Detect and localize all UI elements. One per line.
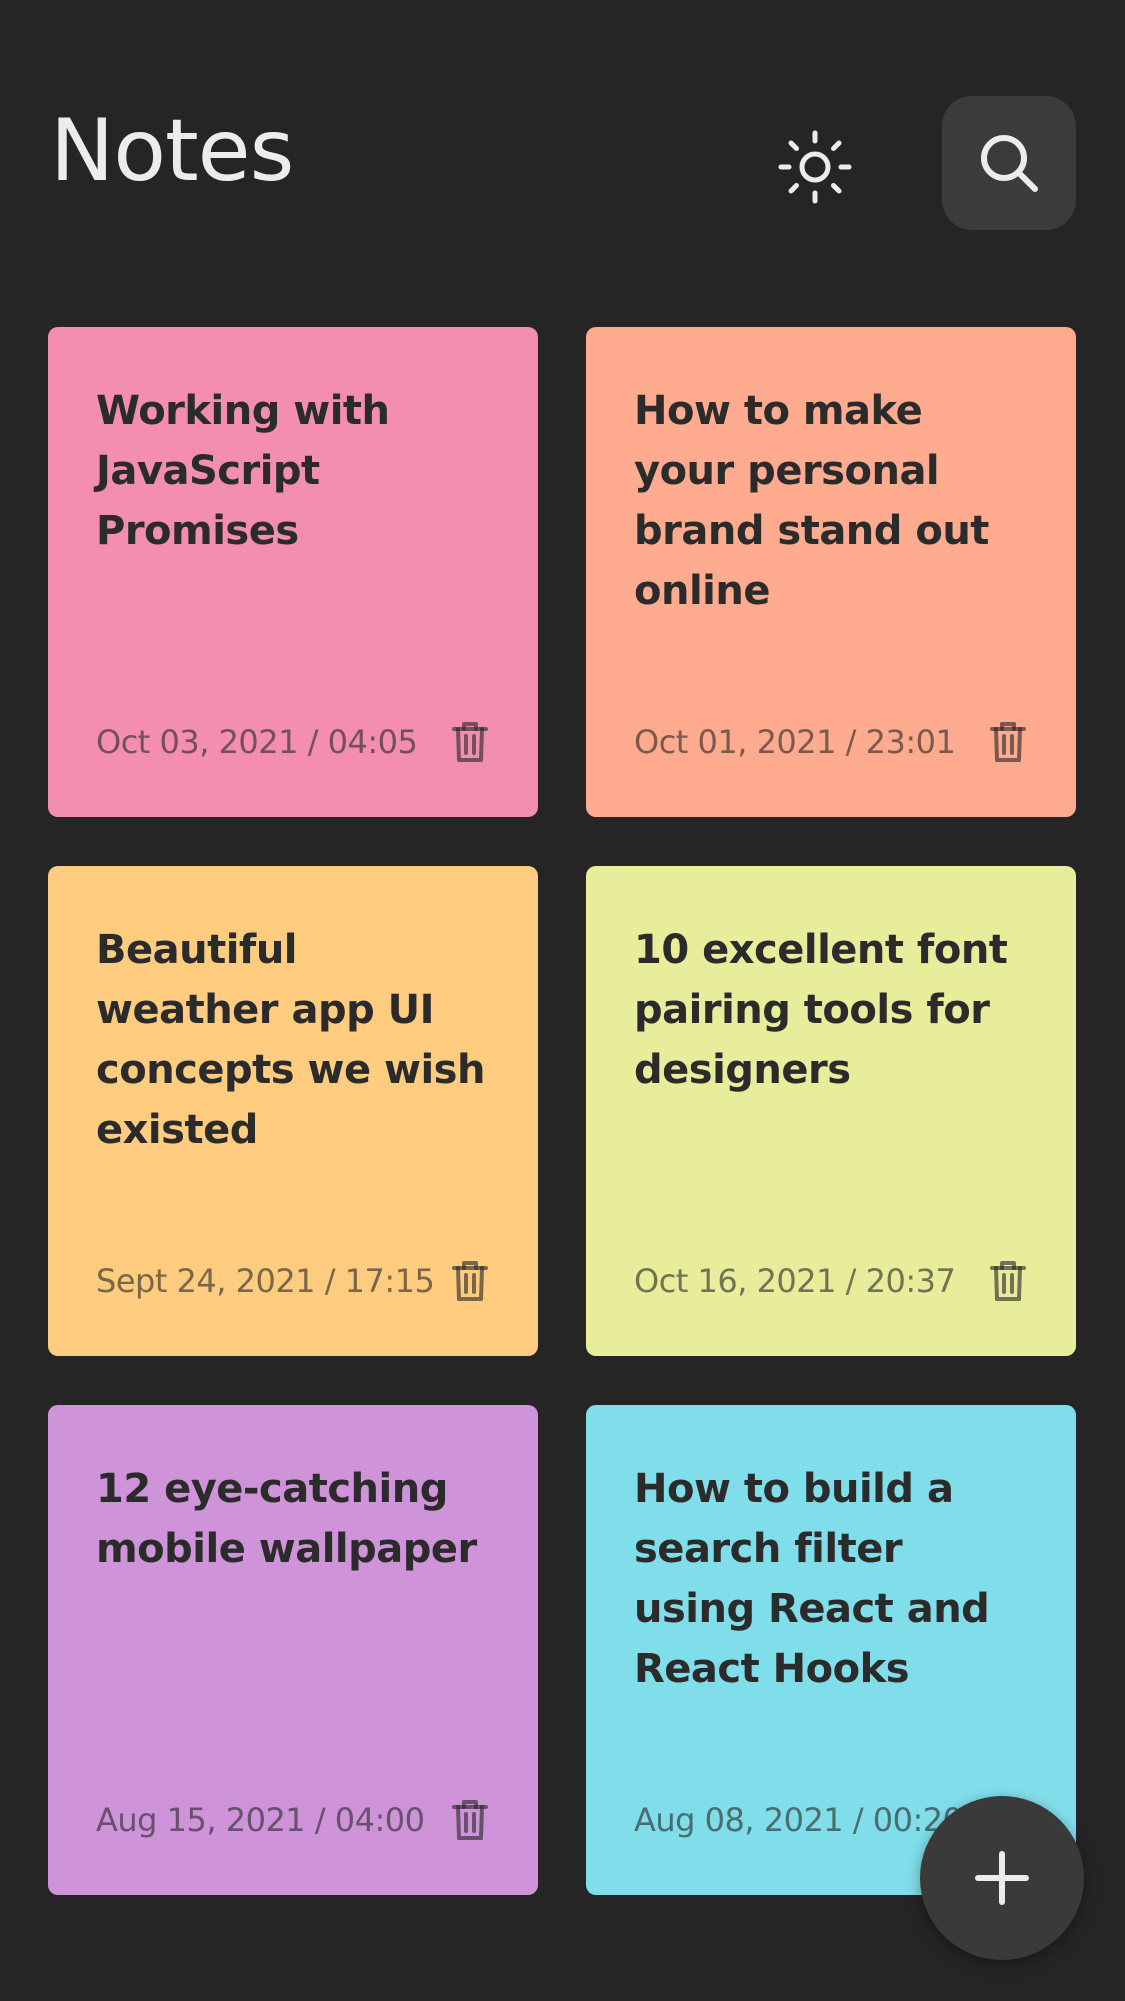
note-footer: Oct 03, 2021 / 04:05: [96, 717, 490, 767]
delete-note-button[interactable]: [988, 720, 1028, 764]
delete-note-button[interactable]: [450, 1798, 490, 1842]
note-date: Sept 24, 2021 / 17:15: [96, 1262, 435, 1300]
note-title: 12 eye-catching mobile wallpaper: [96, 1466, 477, 1572]
note-footer: Oct 01, 2021 / 23:01: [634, 717, 1028, 767]
note-card[interactable]: How to make your personal brand stand ou…: [586, 327, 1076, 817]
search-button[interactable]: [942, 96, 1076, 230]
add-note-button[interactable]: [920, 1796, 1084, 1960]
trash-icon: [990, 722, 1026, 762]
note-footer: Aug 15, 2021 / 04:00: [96, 1795, 490, 1845]
note-title: Working with JavaScript Promises: [96, 388, 390, 554]
delete-note-button[interactable]: [450, 1259, 490, 1303]
trash-icon: [452, 1800, 488, 1840]
note-date: Aug 15, 2021 / 04:00: [96, 1801, 425, 1839]
note-footer: Sept 24, 2021 / 17:15: [96, 1256, 490, 1306]
note-date: Oct 16, 2021 / 20:37: [634, 1262, 956, 1300]
note-title: How to make your personal brand stand ou…: [634, 388, 989, 614]
note-card[interactable]: Beautiful weather app UI concepts we wis…: [48, 866, 538, 1356]
note-card[interactable]: 12 eye-catching mobile wallpaper Aug 15,…: [48, 1405, 538, 1895]
note-footer: Oct 16, 2021 / 20:37: [634, 1256, 1028, 1306]
note-date: Oct 03, 2021 / 04:05: [96, 723, 418, 761]
app-header: Notes: [0, 0, 1125, 300]
trash-icon: [452, 722, 488, 762]
search-icon: [981, 135, 1038, 192]
note-card[interactable]: Working with JavaScript Promises Oct 03,…: [48, 327, 538, 817]
trash-icon: [990, 1261, 1026, 1301]
delete-note-button[interactable]: [450, 720, 490, 764]
theme-toggle-button[interactable]: [774, 126, 856, 208]
note-title: 10 excellent font pairing tools for desi…: [634, 927, 1008, 1093]
plus-icon: [975, 1851, 1029, 1905]
note-date: Oct 01, 2021 / 23:01: [634, 723, 956, 761]
trash-icon: [452, 1261, 488, 1301]
note-card[interactable]: 10 excellent font pairing tools for desi…: [586, 866, 1076, 1356]
notes-grid: Working with JavaScript Promises Oct 03,…: [48, 327, 1078, 1895]
note-title: Beautiful weather app UI concepts we wis…: [96, 927, 485, 1153]
sun-icon: [778, 130, 852, 204]
page-title: Notes: [50, 101, 294, 201]
note-title: How to build a search filter using React…: [634, 1466, 990, 1692]
note-date: Aug 08, 2021 / 00:20: [634, 1801, 963, 1839]
delete-note-button[interactable]: [988, 1259, 1028, 1303]
